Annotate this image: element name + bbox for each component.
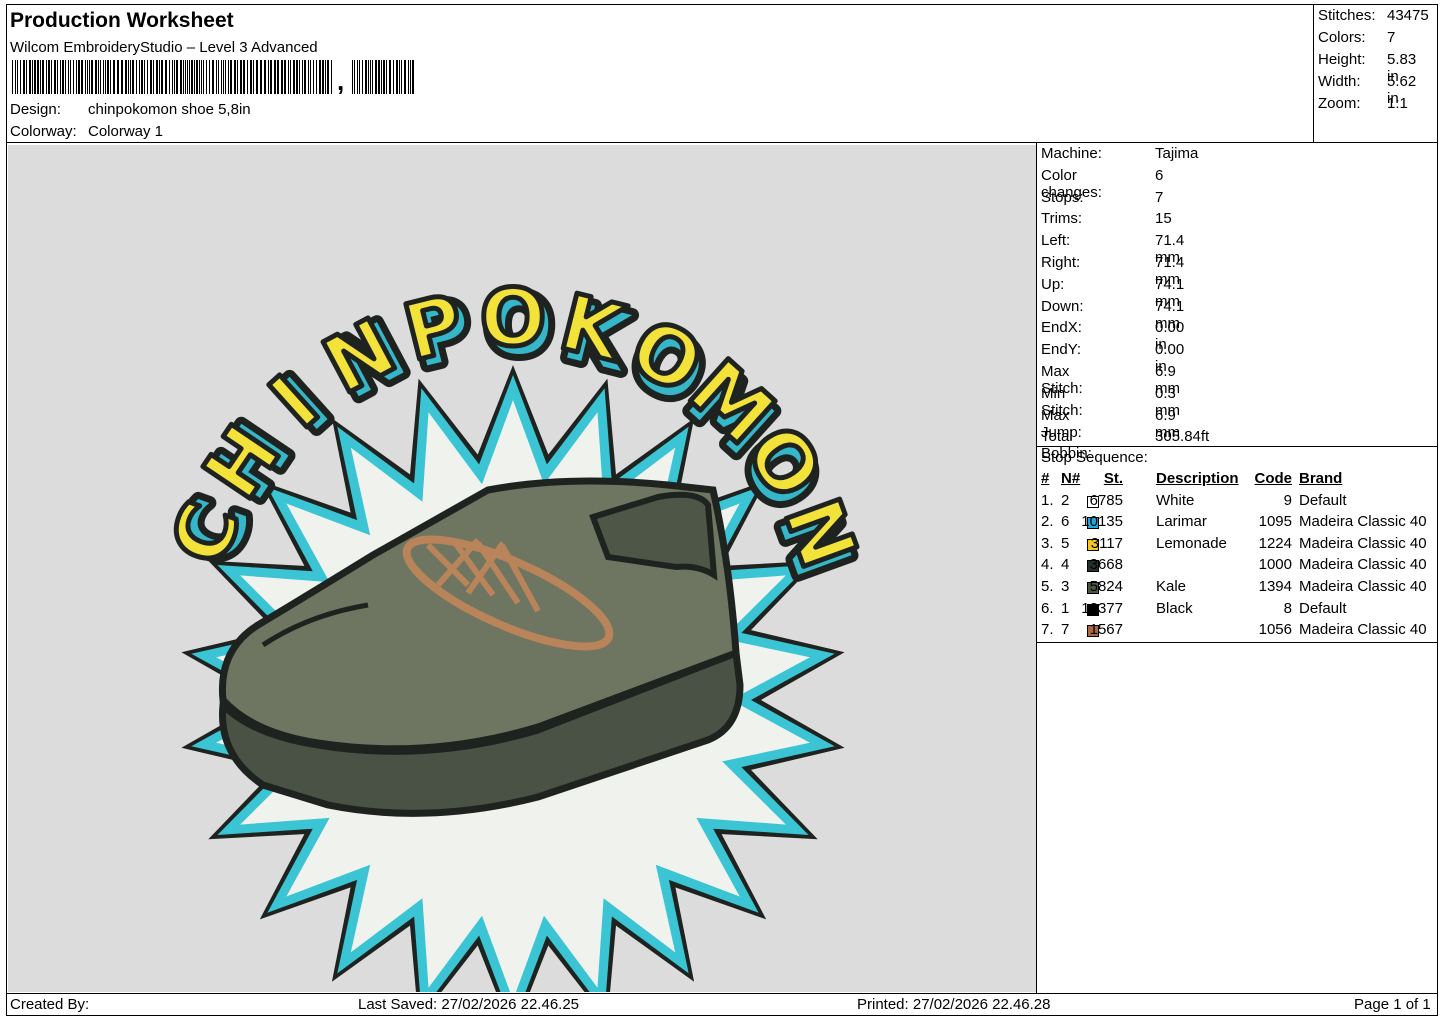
table-row: 3. 5 3117 Lemonade 1224 Madeira Classic … [1041, 534, 1427, 552]
table-header: # N# St. Description Code Brand [1041, 470, 1343, 487]
footer-divider [6, 993, 1438, 994]
header-divider [6, 142, 1438, 143]
software-name: Wilcom EmbroideryStudio – Level 3 Advanc… [10, 39, 318, 56]
colorway-label: Colorway: [10, 123, 77, 140]
created-by: Created By: [10, 996, 90, 1013]
page-number: Page 1 of 1 [1354, 996, 1431, 1013]
page-title: Production Worksheet [10, 9, 234, 32]
table-row: 7. 7 1567 1056 Madeira Classic 40 [1041, 621, 1427, 639]
table-row: 2. 6 10135 Larimar 1095 Madeira Classic … [1041, 513, 1427, 531]
design-value: chinpokomon shoe 5,8in [88, 101, 251, 118]
table-row: 4. 4 3668 1000 Madeira Classic 40 [1041, 556, 1427, 574]
machine-divider [1036, 446, 1438, 447]
barcode-trailing-mark: , [337, 66, 345, 96]
stop-sequence-table: # N# St. Description Code Brand 1. 2 678… [1039, 470, 1437, 643]
lettering-glyph: K [552, 278, 635, 381]
table-row: 6. 1 12377 Black 8 Default [1041, 599, 1347, 617]
barcode [12, 60, 414, 94]
design-label: Design: [10, 101, 61, 118]
printed-date: Printed: 27/02/2026 22.46.28 [857, 996, 1051, 1013]
canvas-divider [1036, 142, 1037, 993]
embroidery-artwork: CCCHHHIIINNNPPP OOO KKKOOOMMMOOONNN [152, 272, 875, 1021]
design-preview: CCCHHHIIINNNPPPOOOKKKOOOMMMOOONNN [8, 145, 1036, 1021]
stop-sequence-title: Stop Sequence: [1041, 449, 1148, 466]
stats-divider [1313, 4, 1314, 142]
colorway-value: Colorway 1 [88, 123, 164, 140]
table-row: 1. 2 6785 White 9 Default [1041, 491, 1347, 509]
lettering-glyph: O [480, 274, 546, 364]
table-row: 5. 3 5824 Kale 1394 Madeira Classic 40 [1041, 577, 1427, 595]
lettering-glyph: C [155, 491, 259, 576]
last-saved: Last Saved: 27/02/2026 22.46.25 [358, 996, 580, 1013]
